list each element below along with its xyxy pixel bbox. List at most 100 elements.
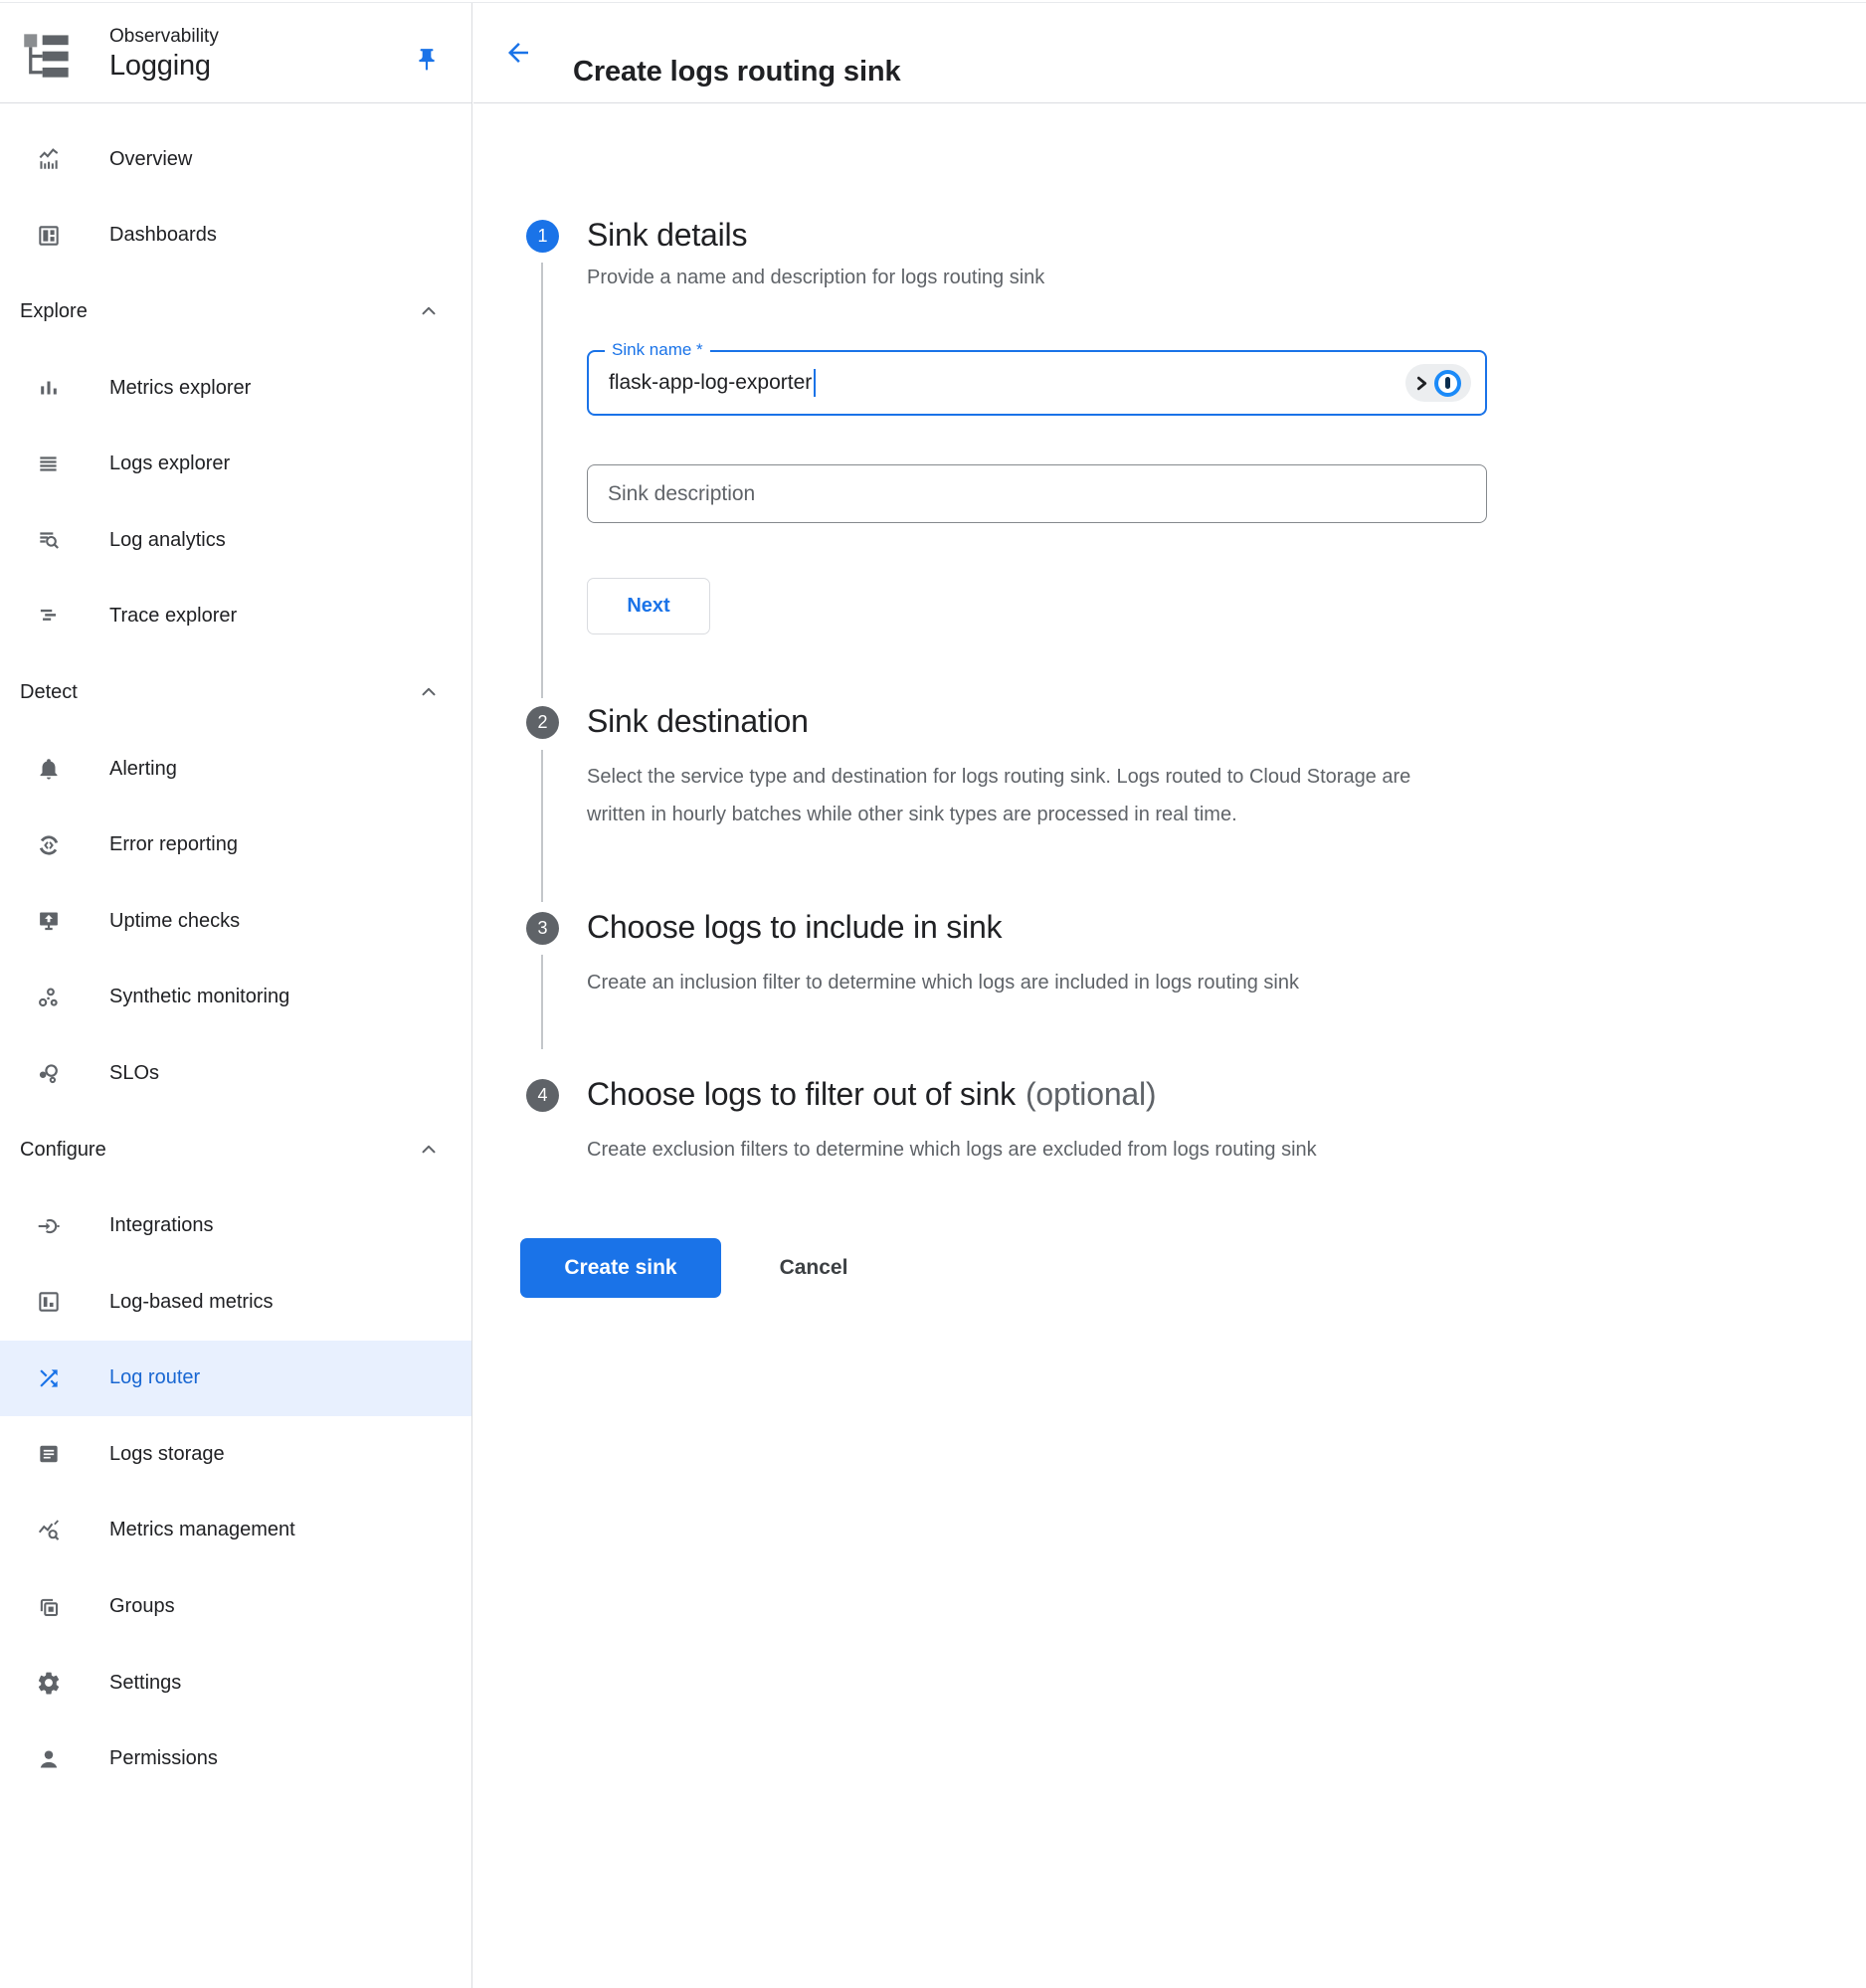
trace-explorer-icon: [36, 604, 62, 630]
main-panel: Create logs routing sink 1 Sink details …: [473, 3, 1866, 1988]
sidebar-item-label: Log-based metrics: [109, 1291, 274, 1314]
step-4-title: Choose logs to filter out of sink (option…: [587, 1072, 1156, 1116]
sidebar-item-label: Metrics management: [109, 1519, 295, 1541]
overview-icon: [36, 146, 62, 172]
step-3-description: Create an inclusion filter to determine …: [587, 964, 1299, 1001]
sidebar-item-label: Metrics explorer: [109, 377, 251, 400]
step-2-description: Select the service type and destination …: [587, 758, 1422, 833]
sidebar-item-metrics-explorer[interactable]: Metrics explorer: [0, 350, 471, 427]
step-2-title-text: Sink destination: [587, 703, 809, 739]
sidebar-section-configure[interactable]: Configure: [0, 1112, 471, 1188]
sidebar-item-groups[interactable]: Groups: [0, 1568, 471, 1645]
sidebar-item-synthetic-monitoring[interactable]: Synthetic monitoring: [0, 960, 471, 1036]
step-4-title-optional: (optional): [1026, 1076, 1156, 1112]
uptime-checks-icon: [36, 908, 62, 934]
sidebar-item-logs-explorer[interactable]: Logs explorer: [0, 426, 471, 502]
sidebar-item-alerting[interactable]: Alerting: [0, 731, 471, 808]
permissions-icon: [36, 1746, 62, 1772]
log-based-metrics-icon: [36, 1289, 62, 1315]
metrics-explorer-icon: [36, 375, 62, 401]
sidebar-item-log-router[interactable]: Log router: [0, 1341, 471, 1417]
sidebar-item-label: Logs explorer: [109, 452, 230, 475]
step-4-title-text: Choose logs to filter out of sink: [587, 1076, 1016, 1112]
password-manager-autofill-button[interactable]: [1405, 364, 1471, 402]
sidebar-item-permissions[interactable]: Permissions: [0, 1720, 471, 1797]
step-1-circle: 1: [526, 220, 559, 253]
sidebar-item-label: Trace explorer: [109, 605, 237, 628]
sidebar-section-explore[interactable]: Explore: [0, 273, 471, 350]
step-3-title: Choose logs to include in sink: [587, 905, 1002, 949]
sidebar-item-error-reporting[interactable]: Error reporting: [0, 807, 471, 883]
slos-icon: [36, 1060, 62, 1086]
sidebar-item-label: Settings: [109, 1672, 181, 1695]
sidebar-item-integrations[interactable]: Integrations: [0, 1187, 471, 1264]
log-router-icon: [36, 1365, 62, 1391]
step-1-description: Provide a name and description for logs …: [587, 259, 1044, 296]
chevron-up-icon: [418, 1139, 440, 1161]
sidebar-item-label: Error reporting: [109, 833, 238, 856]
step-2-title: Sink destination: [587, 699, 809, 743]
sidebar-item-metrics-management[interactable]: Metrics management: [0, 1493, 471, 1569]
logging-logo-icon: [21, 30, 73, 82]
sidebar-item-log-based-metrics[interactable]: Log-based metrics: [0, 1264, 471, 1341]
settings-icon: [36, 1670, 62, 1696]
sidebar-section-label: Explore: [20, 300, 88, 323]
sink-description-input[interactable]: [587, 464, 1487, 523]
step-3-circle: 3: [526, 912, 559, 945]
stepper-line: [541, 263, 543, 698]
sidebar-item-label: Permissions: [109, 1747, 218, 1770]
sidebar-titles: Observability Logging: [109, 25, 219, 84]
chevron-right-icon: [1415, 376, 1428, 391]
back-arrow-icon[interactable]: [501, 36, 535, 70]
alerting-icon: [36, 756, 62, 782]
sidebar-item-label: Synthetic monitoring: [109, 986, 289, 1008]
sidebar-section-label: Configure: [20, 1139, 106, 1162]
step-4-description: Create exclusion filters to determine wh…: [587, 1131, 1317, 1169]
create-logs-routing-sink-page: Observability Logging Overview Dashboards…: [0, 0, 1866, 1988]
step-2-circle: 2: [526, 706, 559, 739]
sidebar-item-label: Integrations: [109, 1214, 214, 1237]
sidebar-nav: Overview Dashboards Explore Metrics explore…: [0, 103, 471, 1797]
step-4-circle: 4: [526, 1079, 559, 1112]
sidebar-item-label: Uptime checks: [109, 910, 240, 933]
pin-icon[interactable]: [412, 45, 442, 75]
sidebar-item-uptime-checks[interactable]: Uptime checks: [0, 883, 471, 960]
sidebar-item-label: Log router: [109, 1366, 200, 1389]
sink-name-label: Sink name *: [605, 340, 710, 360]
stepper-line: [541, 750, 543, 902]
cancel-button[interactable]: Cancel: [744, 1238, 883, 1298]
create-sink-stepper: 1 Sink details Provide a name and descri…: [473, 103, 1866, 1988]
step-1-title: Sink details: [587, 213, 747, 257]
sidebar-item-label: Overview: [109, 148, 192, 171]
error-reporting-icon: [36, 832, 62, 858]
sidebar-item-label: Dashboards: [109, 224, 217, 247]
sidebar-item-label: Alerting: [109, 758, 177, 781]
create-sink-button[interactable]: Create sink: [520, 1238, 721, 1298]
sidebar-item-logs-storage[interactable]: Logs storage: [0, 1416, 471, 1493]
sidebar-item-log-analytics[interactable]: Log analytics: [0, 502, 471, 579]
sink-name-field[interactable]: Sink name * flask-app-log-exporter: [587, 350, 1487, 416]
step-3-title-text: Choose logs to include in sink: [587, 909, 1002, 945]
sidebar-item-dashboards[interactable]: Dashboards: [0, 198, 471, 274]
dashboards-icon: [36, 223, 62, 249]
sidebar-item-settings[interactable]: Settings: [0, 1645, 471, 1721]
chevron-up-icon: [418, 300, 440, 322]
sink-name-value: flask-app-log-exporter: [609, 371, 812, 395]
sidebar-section-detect[interactable]: Detect: [0, 654, 471, 731]
sidebar: Observability Logging Overview Dashboards…: [0, 3, 472, 1988]
next-button[interactable]: Next: [587, 578, 710, 634]
sidebar-item-slos[interactable]: SLOs: [0, 1035, 471, 1112]
sidebar-item-trace-explorer[interactable]: Trace explorer: [0, 579, 471, 655]
sidebar-item-label: SLOs: [109, 1062, 159, 1085]
sidebar-item-overview[interactable]: Overview: [0, 121, 471, 198]
groups-icon: [36, 1594, 62, 1620]
logs-storage-icon: [36, 1441, 62, 1467]
main-header: Create logs routing sink: [473, 3, 1866, 103]
synthetic-monitoring-icon: [36, 985, 62, 1010]
product-title: Logging: [109, 49, 219, 84]
logs-explorer-icon: [36, 452, 62, 477]
metrics-management-icon: [36, 1518, 62, 1543]
onepassword-icon: [1434, 370, 1461, 397]
product-eyebrow: Observability: [109, 25, 219, 49]
sidebar-item-label: Log analytics: [109, 529, 226, 552]
